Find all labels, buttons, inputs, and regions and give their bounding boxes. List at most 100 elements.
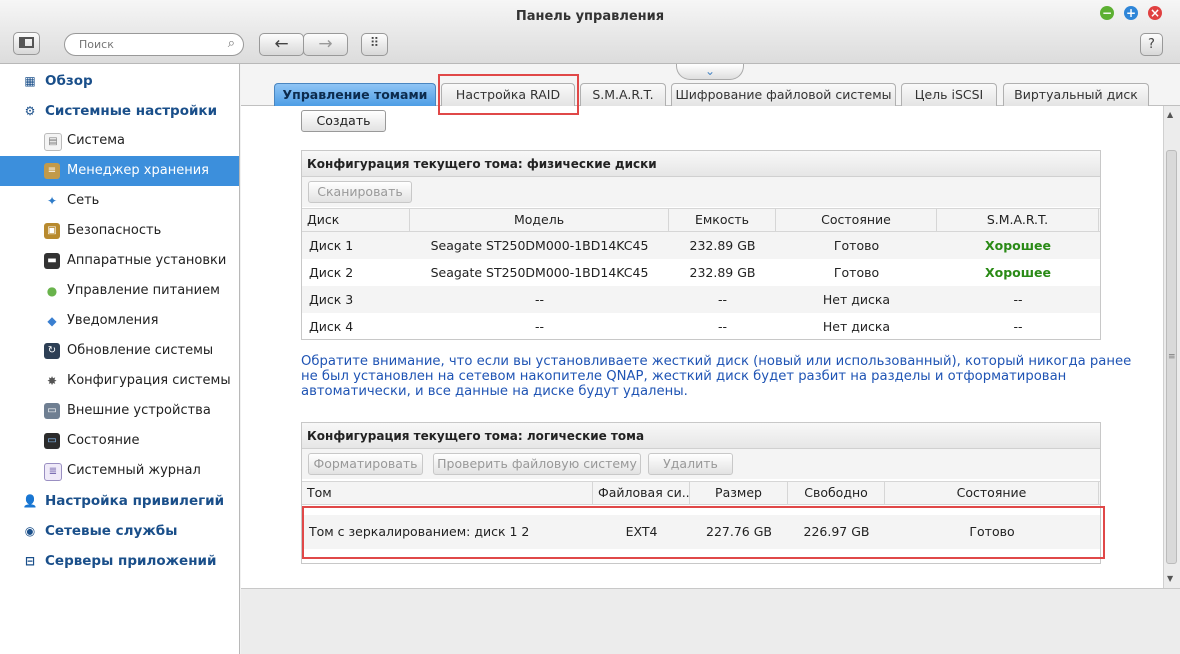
tab-iscsi-target[interactable]: Цель iSCSI bbox=[901, 83, 997, 106]
notice-text: Обратите внимание, что если вы установли… bbox=[301, 354, 1132, 399]
table-row[interactable]: Том с зеркалированием: диск 1 2 EXT4 227… bbox=[302, 515, 1100, 549]
sidebar-item-label: Управление питанием bbox=[67, 283, 220, 298]
table-row[interactable]: Диск 3 -- -- Нет диска -- bbox=[302, 286, 1100, 313]
smart-status: Хорошее bbox=[985, 265, 1051, 280]
sidebar-item-label: Настройка привилегий bbox=[45, 493, 225, 509]
tab-virtual-disk[interactable]: Виртуальный диск bbox=[1003, 83, 1149, 106]
table-cell: -- bbox=[717, 292, 728, 307]
sidebar-item-app-servers[interactable]: ⊟ Серверы приложений bbox=[0, 546, 239, 576]
vertical-scrollbar[interactable]: ▲ ≡ ▼ bbox=[1163, 106, 1180, 588]
maximize-button[interactable]: + bbox=[1124, 6, 1138, 20]
column-header[interactable]: Состояние bbox=[885, 482, 1099, 504]
sidebar-item-status[interactable]: ▭ Состояние bbox=[0, 426, 239, 456]
table-cell: 227.76 GB bbox=[706, 524, 772, 539]
sidebar-item-label: Внешние устройства bbox=[67, 403, 211, 418]
scroll-up-arrow-icon[interactable]: ▲ bbox=[1167, 110, 1173, 119]
column-header[interactable]: Емкость bbox=[669, 209, 776, 231]
storage-icon: ≡ bbox=[44, 163, 60, 179]
sidebar-item-system-log[interactable]: ≣ Системный журнал bbox=[0, 456, 239, 486]
notice-line: Обратите внимание, что если вы установли… bbox=[301, 354, 1132, 369]
sidebar-item-system[interactable]: ▤ Система bbox=[0, 126, 239, 156]
table-cell: Диск 1 bbox=[309, 238, 354, 253]
logical-volumes-panel: Конфигурация текущего тома: логические т… bbox=[301, 422, 1101, 564]
sidebar-item-notifications[interactable]: ◆ Уведомления bbox=[0, 306, 239, 336]
table-cell: Том с зеркалированием: диск 1 2 bbox=[309, 524, 530, 539]
footer-bar bbox=[241, 588, 1180, 654]
table-cell: Диск 2 bbox=[309, 265, 354, 280]
sidebar-item-system-update[interactable]: ↻ Обновление системы bbox=[0, 336, 239, 366]
sidebar-item-network[interactable]: ✦ Сеть bbox=[0, 186, 239, 216]
table-cell: Seagate ST250DM000-1BD14KC45 bbox=[430, 265, 649, 280]
sidebar-item-privileges[interactable]: 👤 Настройка привилегий bbox=[0, 486, 239, 516]
column-header[interactable]: S.M.A.R.T. bbox=[937, 209, 1099, 231]
sidebar-item-external-devices[interactable]: ▭ Внешние устройства bbox=[0, 396, 239, 426]
column-header[interactable]: Файловая си... bbox=[593, 482, 690, 504]
monitor-icon: ▭ bbox=[44, 433, 60, 449]
sidebar-item-system-settings[interactable]: ⚙ Системные настройки bbox=[0, 96, 239, 126]
table-row[interactable]: Диск 1 Seagate ST250DM000-1BD14KC45 232.… bbox=[302, 232, 1100, 259]
minimize-button[interactable]: − bbox=[1100, 6, 1114, 20]
sidebar-item-overview[interactable]: ▦ Обзор bbox=[0, 66, 239, 96]
search-input[interactable] bbox=[77, 37, 221, 52]
table-cell: EXT4 bbox=[625, 524, 658, 539]
format-button[interactable]: Форматировать bbox=[308, 453, 423, 475]
column-header[interactable]: Том bbox=[302, 482, 593, 504]
physical-disks-panel: Конфигурация текущего тома: физические д… bbox=[301, 150, 1101, 340]
table-cell: -- bbox=[717, 319, 728, 334]
table-row[interactable]: Диск 2 Seagate ST250DM000-1BD14KC45 232.… bbox=[302, 259, 1100, 286]
forward-button[interactable]: → bbox=[303, 33, 348, 56]
help-button[interactable]: ? bbox=[1140, 33, 1163, 56]
column-header[interactable]: Диск bbox=[302, 209, 410, 231]
table-cell: Диск 3 bbox=[309, 292, 354, 307]
tab-filesystem-encryption[interactable]: Шифрование файловой системы bbox=[671, 83, 896, 106]
sidebar-item-network-services[interactable]: ◉ Сетевые службы bbox=[0, 516, 239, 546]
search-icon[interactable]: ⌕ bbox=[228, 36, 235, 51]
sidebar-item-power[interactable]: ● Управление питанием bbox=[0, 276, 239, 306]
table-row[interactable]: Диск 4 -- -- Нет диска -- bbox=[302, 313, 1100, 340]
column-header[interactable]: Свободно bbox=[788, 482, 885, 504]
notice-line: не был установлен на сетевом накопителе … bbox=[301, 369, 1067, 384]
arrow-right-icon: → bbox=[318, 34, 333, 54]
sidebar-item-storage-manager[interactable]: ≡ Менеджер хранения bbox=[0, 156, 239, 186]
back-button[interactable]: ← bbox=[259, 33, 304, 56]
tab-bar: ⌄ Управление томами Настройка RAID S.M.A… bbox=[241, 64, 1180, 106]
sidebar-item-hardware[interactable]: ▬ Аппаратные установки bbox=[0, 246, 239, 276]
config-icon: ✸ bbox=[46, 374, 58, 388]
column-header[interactable]: Модель bbox=[410, 209, 669, 231]
main-panel: ⌄ Управление томами Настройка RAID S.M.A… bbox=[241, 64, 1180, 654]
log-icon: ≣ bbox=[44, 463, 62, 481]
tab-volume-management[interactable]: Управление томами bbox=[274, 83, 436, 106]
logical-volumes-title: Конфигурация текущего тома: логические т… bbox=[302, 423, 1100, 449]
apps-button[interactable]: ⠿ bbox=[361, 33, 388, 56]
table-cell: Нет диска bbox=[822, 292, 891, 307]
check-filesystem-button[interactable]: Проверить файловую систему bbox=[433, 453, 641, 475]
hardware-icon: ▬ bbox=[44, 253, 60, 269]
smart-status: Хорошее bbox=[985, 238, 1051, 253]
column-header[interactable]: Размер bbox=[690, 482, 788, 504]
table-cell: Нет диска bbox=[822, 319, 891, 334]
column-header[interactable]: Состояние bbox=[776, 209, 937, 231]
search-box[interactable]: ⌕ bbox=[64, 33, 244, 56]
sidebar-item-security[interactable]: ▣ Безопасность bbox=[0, 216, 239, 246]
sidebar-item-label: Системные настройки bbox=[45, 103, 218, 119]
sidebar-item-label: Системный журнал bbox=[67, 463, 201, 478]
tab-smart[interactable]: S.M.A.R.T. bbox=[580, 83, 666, 106]
tab-raid-settings[interactable]: Настройка RAID bbox=[441, 83, 575, 106]
sidebar-item-label: Сетевые службы bbox=[45, 523, 178, 539]
table-cell: -- bbox=[534, 319, 545, 334]
grid-icon: ⠿ bbox=[369, 36, 380, 51]
scroll-down-arrow-icon[interactable]: ▼ bbox=[1167, 574, 1173, 583]
delete-button[interactable]: Удалить bbox=[648, 453, 733, 475]
collapse-toggle[interactable]: ⌄ bbox=[676, 64, 744, 80]
notice-line: автоматически, и все данные на диске буд… bbox=[301, 384, 688, 399]
scan-button[interactable]: Сканировать bbox=[308, 181, 412, 203]
title-bar: Панель управления − + × ⌕ ← → ⠿ ? bbox=[0, 0, 1180, 64]
close-button[interactable]: × bbox=[1148, 6, 1162, 20]
table-cell: Готово bbox=[833, 265, 880, 280]
sidebar-item-system-config[interactable]: ✸ Конфигурация системы bbox=[0, 366, 239, 396]
external-device-icon: ▭ bbox=[44, 403, 60, 419]
logical-volumes-header: Том Файловая си... Размер Свободно Состо… bbox=[302, 481, 1100, 505]
sidebar-toggle-button[interactable] bbox=[13, 32, 40, 55]
sidebar-item-label: Система bbox=[67, 133, 126, 148]
create-button[interactable]: Создать bbox=[301, 110, 386, 132]
